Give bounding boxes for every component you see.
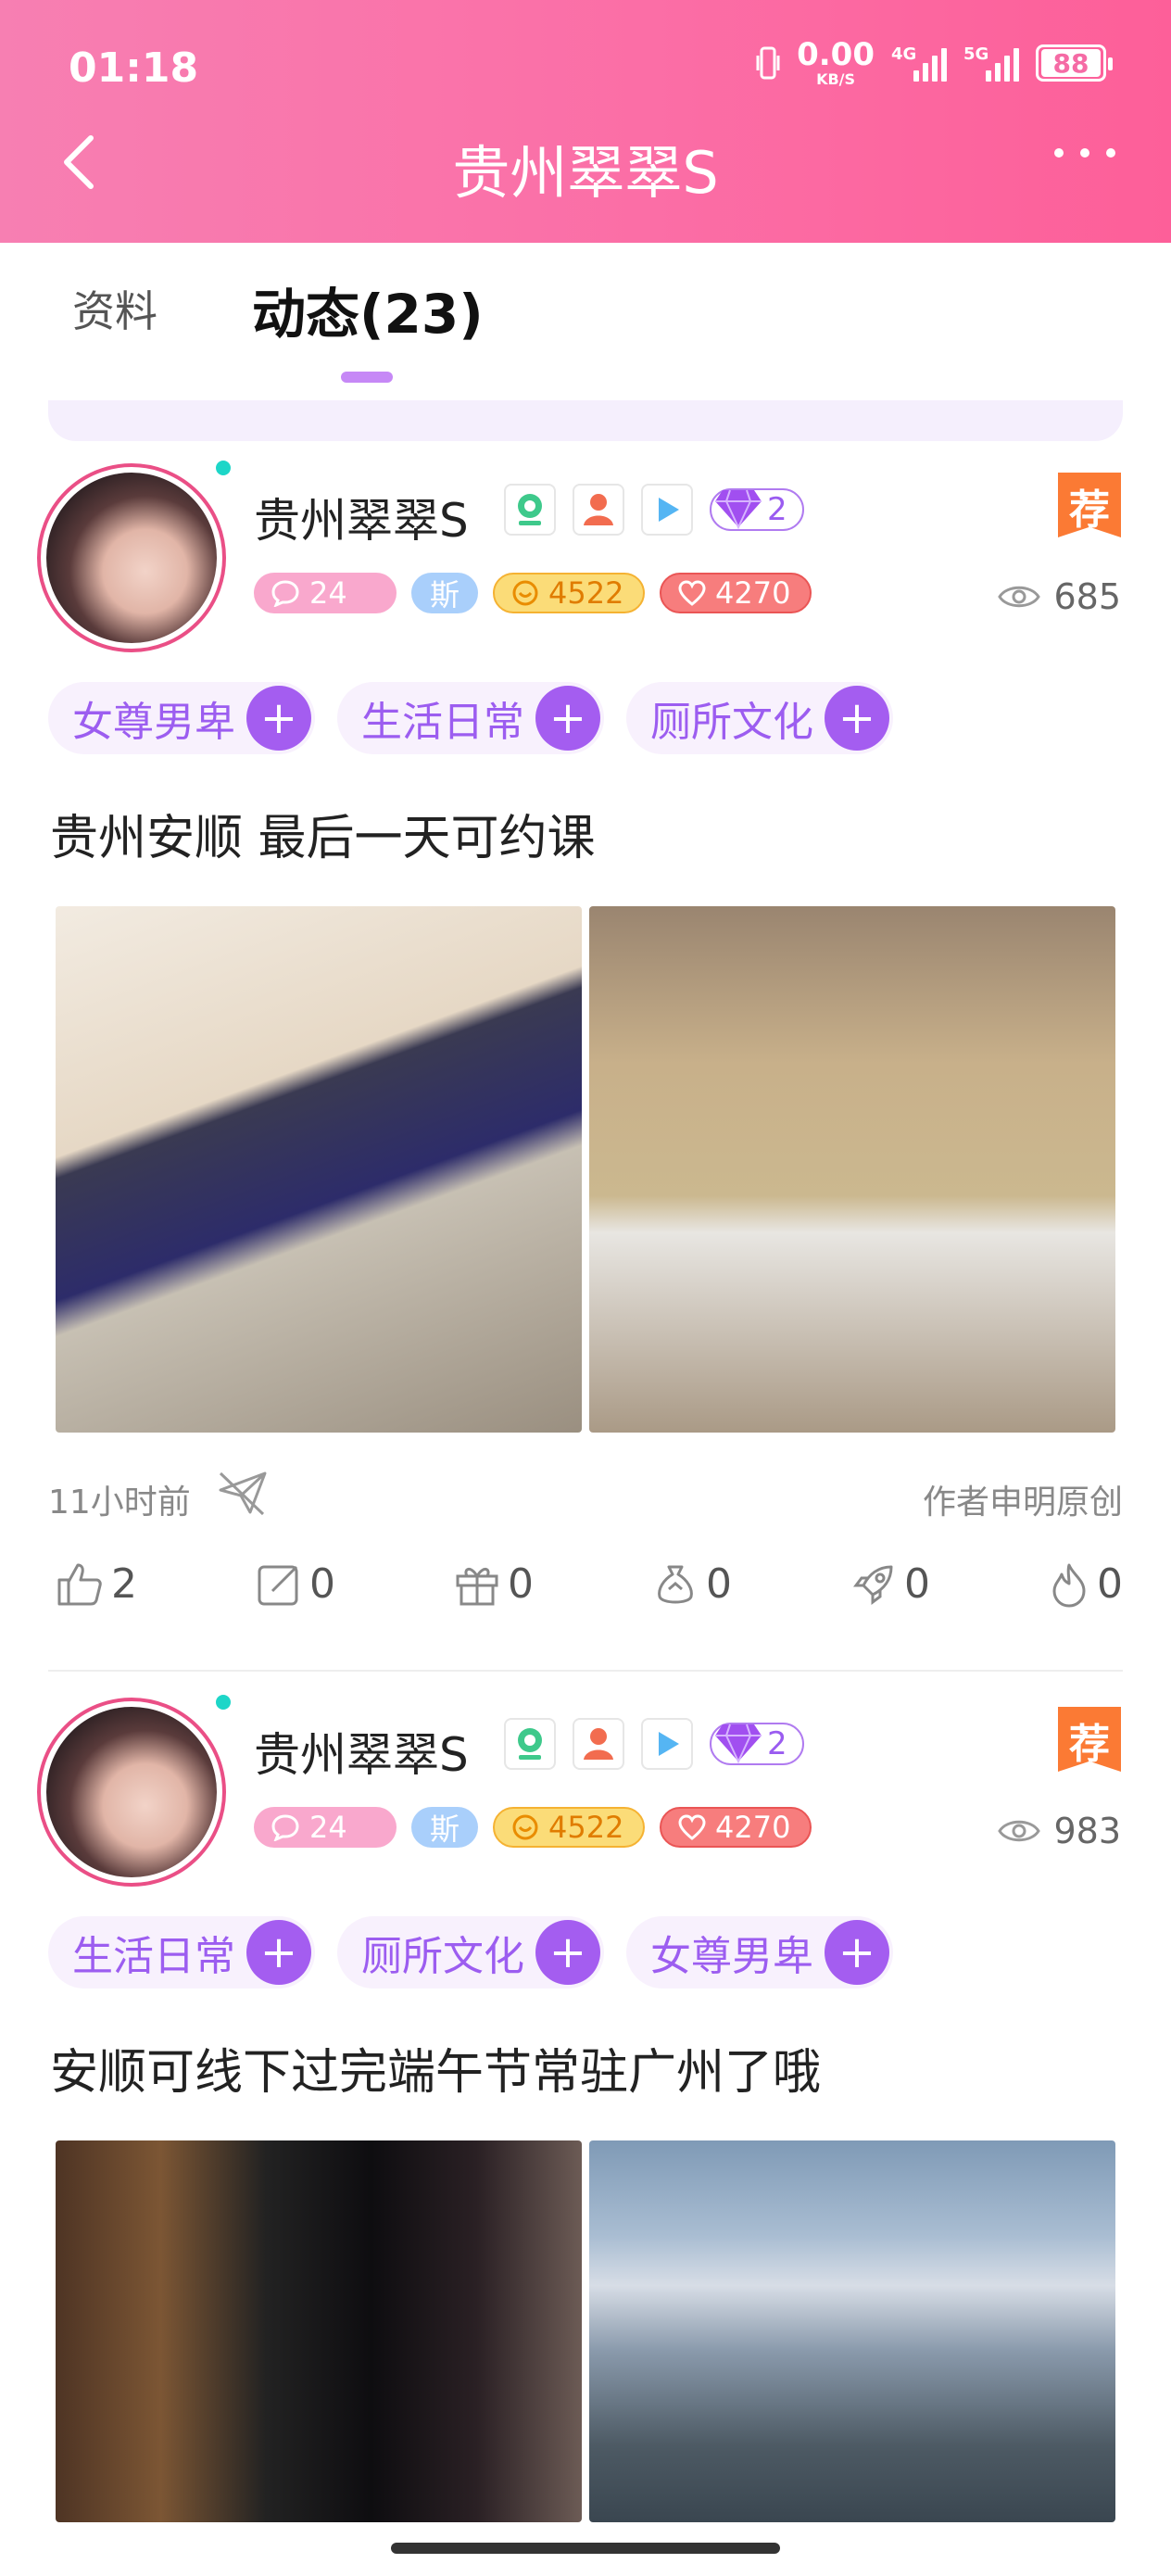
tab-posts[interactable]: 动态(23): [252, 271, 484, 348]
previous-card-edge: [48, 400, 1123, 441]
battery-icon: 88: [1036, 44, 1113, 82]
tag-list: 生活日常 + 厕所文化 + 女尊男卑 +: [48, 1916, 893, 1989]
eye-icon: [998, 1820, 1041, 1842]
gem-level-badge: 2: [710, 488, 804, 531]
tag-item[interactable]: 女尊男卑 +: [48, 682, 315, 754]
post-photo[interactable]: [56, 2140, 582, 2522]
hot-button[interactable]: 0: [1049, 1560, 1123, 1608]
location-icon: [504, 1718, 556, 1770]
status-icons: 0.00 KB/S 4G 5G 88: [756, 36, 1113, 88]
play-icon: [641, 484, 693, 536]
avatar[interactable]: [37, 1698, 226, 1887]
like-button[interactable]: 2: [56, 1560, 137, 1608]
view-count: 685: [998, 576, 1121, 617]
user-name[interactable]: 贵州翠翠S: [254, 484, 469, 550]
heart-count-badge: 4270: [660, 1807, 812, 1848]
follow-tag-button[interactable]: +: [246, 686, 311, 751]
original-declaration: 作者申明原创: [922, 1484, 1123, 1522]
gift-button[interactable]: 0: [454, 1560, 534, 1608]
signal-5g-icon: 5G: [963, 44, 1019, 82]
follow-tag-button[interactable]: +: [825, 1920, 889, 1985]
send-icon[interactable]: [217, 1470, 269, 1524]
gem-level-badge: 2: [710, 1723, 804, 1765]
fire-icon: [1052, 1563, 1086, 1607]
reward-button[interactable]: 0: [652, 1560, 732, 1608]
si-badge: 斯: [411, 573, 478, 613]
post-photo[interactable]: [589, 906, 1115, 1433]
badge-row: 2: [504, 484, 804, 536]
tab-indicator: [341, 372, 393, 383]
app-header: 01:18 0.00 KB/S 4G 5G 88 贵州翠翠S: [0, 0, 1171, 243]
follow-tag-button[interactable]: +: [535, 686, 600, 751]
gift-icon: [456, 1567, 498, 1605]
tag-item[interactable]: 生活日常 +: [48, 1916, 315, 1989]
home-indicator[interactable]: [391, 2543, 780, 2554]
status-time: 01:18: [69, 44, 199, 92]
comment-button[interactable]: 0: [256, 1560, 335, 1608]
stats-badges: 24 斯 4522 4270: [254, 573, 812, 613]
chat-count-badge: 24: [254, 573, 397, 613]
heart-count-badge: 4270: [660, 573, 812, 613]
recommend-badge: 荐: [1058, 473, 1121, 537]
chat-count-badge: 24: [254, 1807, 397, 1848]
post-photo[interactable]: [56, 906, 582, 1433]
follow-tag-button[interactable]: +: [535, 1920, 600, 1985]
like-icon: [57, 1563, 102, 1605]
follow-tag-button[interactable]: +: [246, 1920, 311, 1985]
tag-item[interactable]: 女尊男卑 +: [626, 1916, 893, 1989]
post-text[interactable]: 贵州安顺 最后一天可约课: [50, 799, 596, 868]
gem-icon: [715, 489, 762, 530]
tag-item[interactable]: 生活日常 +: [337, 682, 604, 754]
online-indicator: [213, 1692, 233, 1712]
badge-row: 2: [504, 1718, 804, 1770]
tab-profile[interactable]: 资料: [72, 278, 157, 339]
view-count: 983: [998, 1811, 1121, 1851]
eye-icon: [998, 586, 1041, 608]
page-title: 贵州翠翠S: [452, 139, 719, 207]
location-icon: [504, 484, 556, 536]
play-icon: [641, 1718, 693, 1770]
tag-item[interactable]: 厕所文化 +: [337, 1916, 604, 1989]
si-badge: 斯: [411, 1807, 478, 1848]
vibrate-icon: [756, 44, 780, 82]
network-speed: 0.00 KB/S: [797, 36, 875, 88]
more-dots-icon: [1054, 148, 1064, 158]
follow-tag-button[interactable]: +: [825, 686, 889, 751]
user-icon: [573, 484, 624, 536]
post-time: 11小时前: [48, 1484, 191, 1522]
user-icon: [573, 1718, 624, 1770]
tag-list: 女尊男卑 + 生活日常 + 厕所文化 +: [48, 682, 893, 754]
action-bar: 2 0 0 0 0 0: [56, 1560, 1123, 1608]
comment-icon: [258, 1565, 298, 1605]
avatar[interactable]: [37, 463, 226, 652]
recommend-badge: 荐: [1058, 1707, 1121, 1772]
post-text[interactable]: 安顺可线下过完端午节常驻广州了哦: [50, 2033, 821, 2102]
rocket-icon: [853, 1565, 893, 1605]
user-name[interactable]: 贵州翠翠S: [254, 1718, 469, 1785]
tab-bar: 资料 动态(23): [0, 243, 1171, 393]
gold-count-badge: 4522: [493, 1807, 645, 1848]
stats-badges: 24 斯 4522 4270: [254, 1807, 812, 1848]
gold-count-badge: 4522: [493, 573, 645, 613]
gem-icon: [715, 1724, 762, 1764]
boost-button[interactable]: 0: [850, 1560, 930, 1608]
post-photo[interactable]: [589, 2140, 1115, 2522]
reward-icon: [658, 1565, 693, 1603]
online-indicator: [213, 458, 233, 478]
more-button[interactable]: [1054, 148, 1115, 158]
signal-4g-icon: 4G: [891, 44, 947, 82]
tag-item[interactable]: 厕所文化 +: [626, 682, 893, 754]
post-divider: [48, 1670, 1123, 1672]
